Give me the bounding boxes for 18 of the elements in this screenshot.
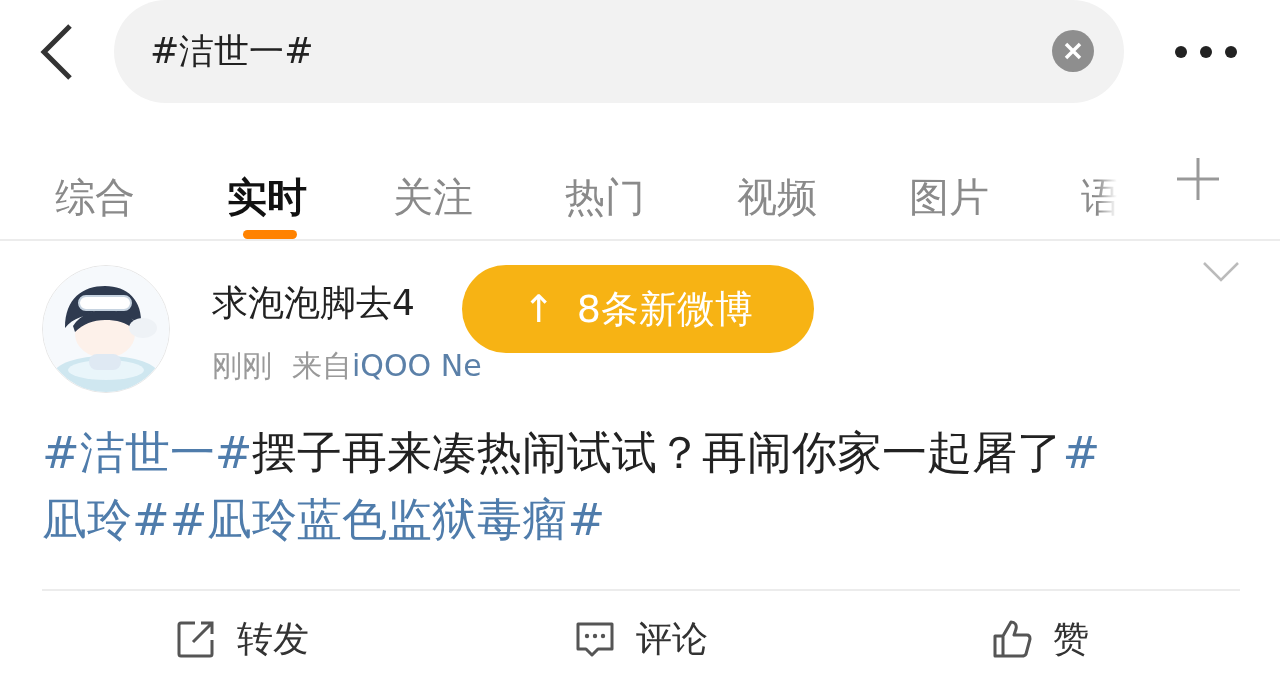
tab[interactable]: 图片 [909,152,1081,242]
tab[interactable]: 视频 [737,152,909,242]
like-button[interactable]: 赞 [840,614,1240,664]
post-text: #洁世一#摆子再来凑热闹试试？再闹你家一起屠了#凪玲##凪玲蓝色监狱毒瘤# [42,425,1102,548]
tab[interactable]: 热门 [565,152,737,242]
username[interactable]: 求泡泡脚去4 [212,279,415,328]
tab[interactable]: 综合 [55,152,227,242]
new-posts-toast[interactable]: ↑ 8条新微博 [462,265,814,353]
tab[interactable]: 实时 [227,152,307,242]
post-time: 刚刚 [212,347,272,385]
search-field[interactable]: #洁世一# [114,0,1124,103]
more-icon[interactable] [1174,45,1238,59]
thumbs-up-icon [991,618,1034,660]
tab[interactable]: 关注 [393,152,565,242]
clear-icon[interactable] [1052,30,1094,72]
add-icon[interactable] [1177,158,1219,200]
repost-button[interactable]: 转发 [42,614,442,664]
comment-button[interactable]: 评论 [441,614,841,664]
